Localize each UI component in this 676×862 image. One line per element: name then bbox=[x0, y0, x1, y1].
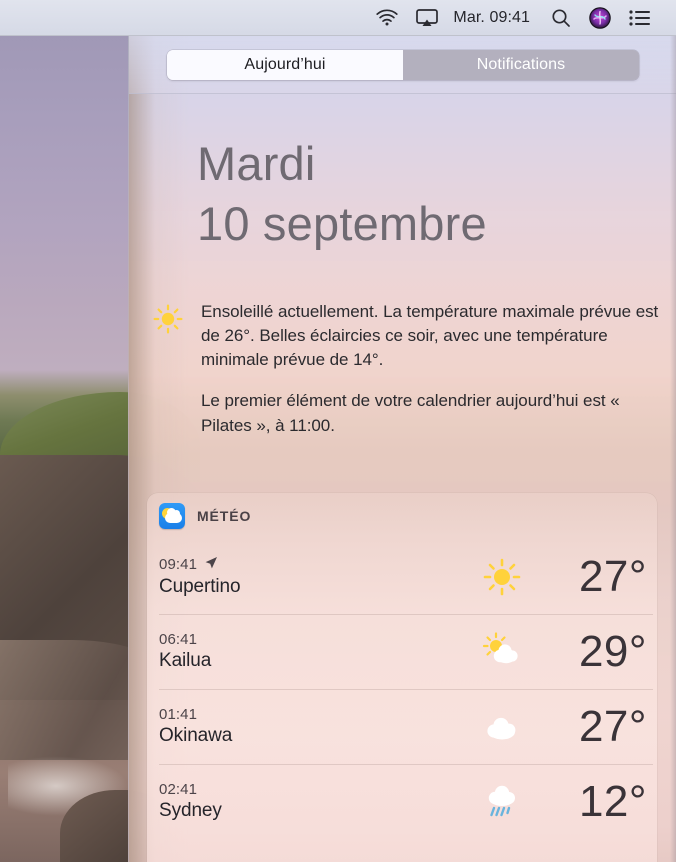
date-weekday: Mardi bbox=[197, 137, 316, 190]
weather-row-temp: 12° bbox=[578, 776, 647, 826]
menu-bar: Mar. 09:41 bbox=[0, 0, 676, 36]
condition-partly-cloudy-icon bbox=[469, 631, 535, 672]
weather-row-city: Kailua bbox=[159, 650, 212, 671]
menu-bar-clock[interactable]: Mar. 09:41 bbox=[447, 9, 542, 27]
calendar-summary-text: Le premier élément de votre calendrier a… bbox=[201, 391, 620, 435]
weather-row-time-wrap: 01:41 bbox=[159, 706, 469, 723]
weather-row[interactable]: 06:41 Kailua 29° bbox=[147, 614, 657, 689]
weather-row-time: 02:41 bbox=[159, 781, 198, 798]
weather-row-info: 09:41 Cupertino bbox=[159, 556, 469, 598]
weather-row[interactable]: 09:41 Cupertino 27° bbox=[147, 539, 657, 614]
weather-row-city: Okinawa bbox=[159, 725, 233, 746]
condition-cloudy-icon bbox=[469, 710, 535, 744]
siri-icon[interactable] bbox=[580, 5, 620, 31]
panel-scroll-edge[interactable] bbox=[670, 36, 676, 862]
weather-row-time-wrap: 06:41 bbox=[159, 631, 469, 648]
weather-row[interactable]: 02:41 Sydney 12° bbox=[147, 764, 657, 839]
weather-row-time: 09:41 bbox=[159, 556, 198, 573]
weather-row[interactable]: 01:41 Okinawa 27° bbox=[147, 689, 657, 764]
airplay-icon[interactable] bbox=[407, 5, 447, 31]
today-summary: Ensoleillé actuellement. La température … bbox=[153, 300, 665, 438]
weather-row-info: 06:41 Kailua bbox=[159, 631, 469, 672]
screen: Mar. 09:41 Aujourd’hui Notifications Mar… bbox=[0, 0, 676, 862]
tab-bar: Aujourd’hui Notifications bbox=[129, 36, 676, 94]
weather-row-time-wrap: 09:41 bbox=[159, 556, 469, 574]
weather-widget-header: MÉTÉO bbox=[147, 493, 657, 539]
weather-row-temp: 29° bbox=[578, 626, 647, 676]
date-day-month: 10 septembre bbox=[197, 197, 487, 251]
tab-notifications[interactable]: Notifications bbox=[403, 49, 639, 80]
weather-app-icon-cloud bbox=[165, 508, 182, 523]
weather-summary-text: Ensoleillé actuellement. La température … bbox=[201, 302, 659, 370]
summary-texts: Ensoleillé actuellement. La température … bbox=[201, 300, 665, 438]
date-heading: Mardi 10 septembre bbox=[197, 134, 657, 254]
weather-app-icon bbox=[159, 503, 185, 529]
weather-widget-title: MÉTÉO bbox=[197, 508, 252, 524]
weather-row-info: 02:41 Sydney bbox=[159, 781, 469, 822]
weather-row-city: Cupertino bbox=[159, 575, 241, 597]
condition-sunny-icon bbox=[469, 557, 535, 597]
condition-rain-icon bbox=[469, 781, 535, 823]
segmented-control[interactable]: Aujourd’hui Notifications bbox=[167, 49, 639, 80]
weather-row-info: 01:41 Okinawa bbox=[159, 706, 469, 747]
weather-row-time-wrap: 02:41 bbox=[159, 781, 469, 798]
weather-row-temp: 27° bbox=[578, 551, 647, 601]
location-arrow-icon bbox=[204, 556, 218, 574]
wifi-icon[interactable] bbox=[367, 5, 407, 31]
notification-center-icon[interactable] bbox=[620, 5, 660, 31]
tab-today[interactable]: Aujourd’hui bbox=[167, 49, 403, 80]
weather-row-city: Sydney bbox=[159, 800, 222, 821]
weather-row-time: 06:41 bbox=[159, 631, 198, 648]
weather-row-time: 01:41 bbox=[159, 706, 198, 723]
sun-icon bbox=[153, 300, 187, 438]
search-icon[interactable] bbox=[542, 5, 580, 31]
weather-widget[interactable]: MÉTÉO 09:41 Cupertino 27° 06:41 Kailua 2… bbox=[147, 493, 657, 862]
notification-center-panel: Aujourd’hui Notifications Mardi 10 septe… bbox=[128, 36, 676, 862]
weather-row-temp: 27° bbox=[578, 701, 647, 751]
